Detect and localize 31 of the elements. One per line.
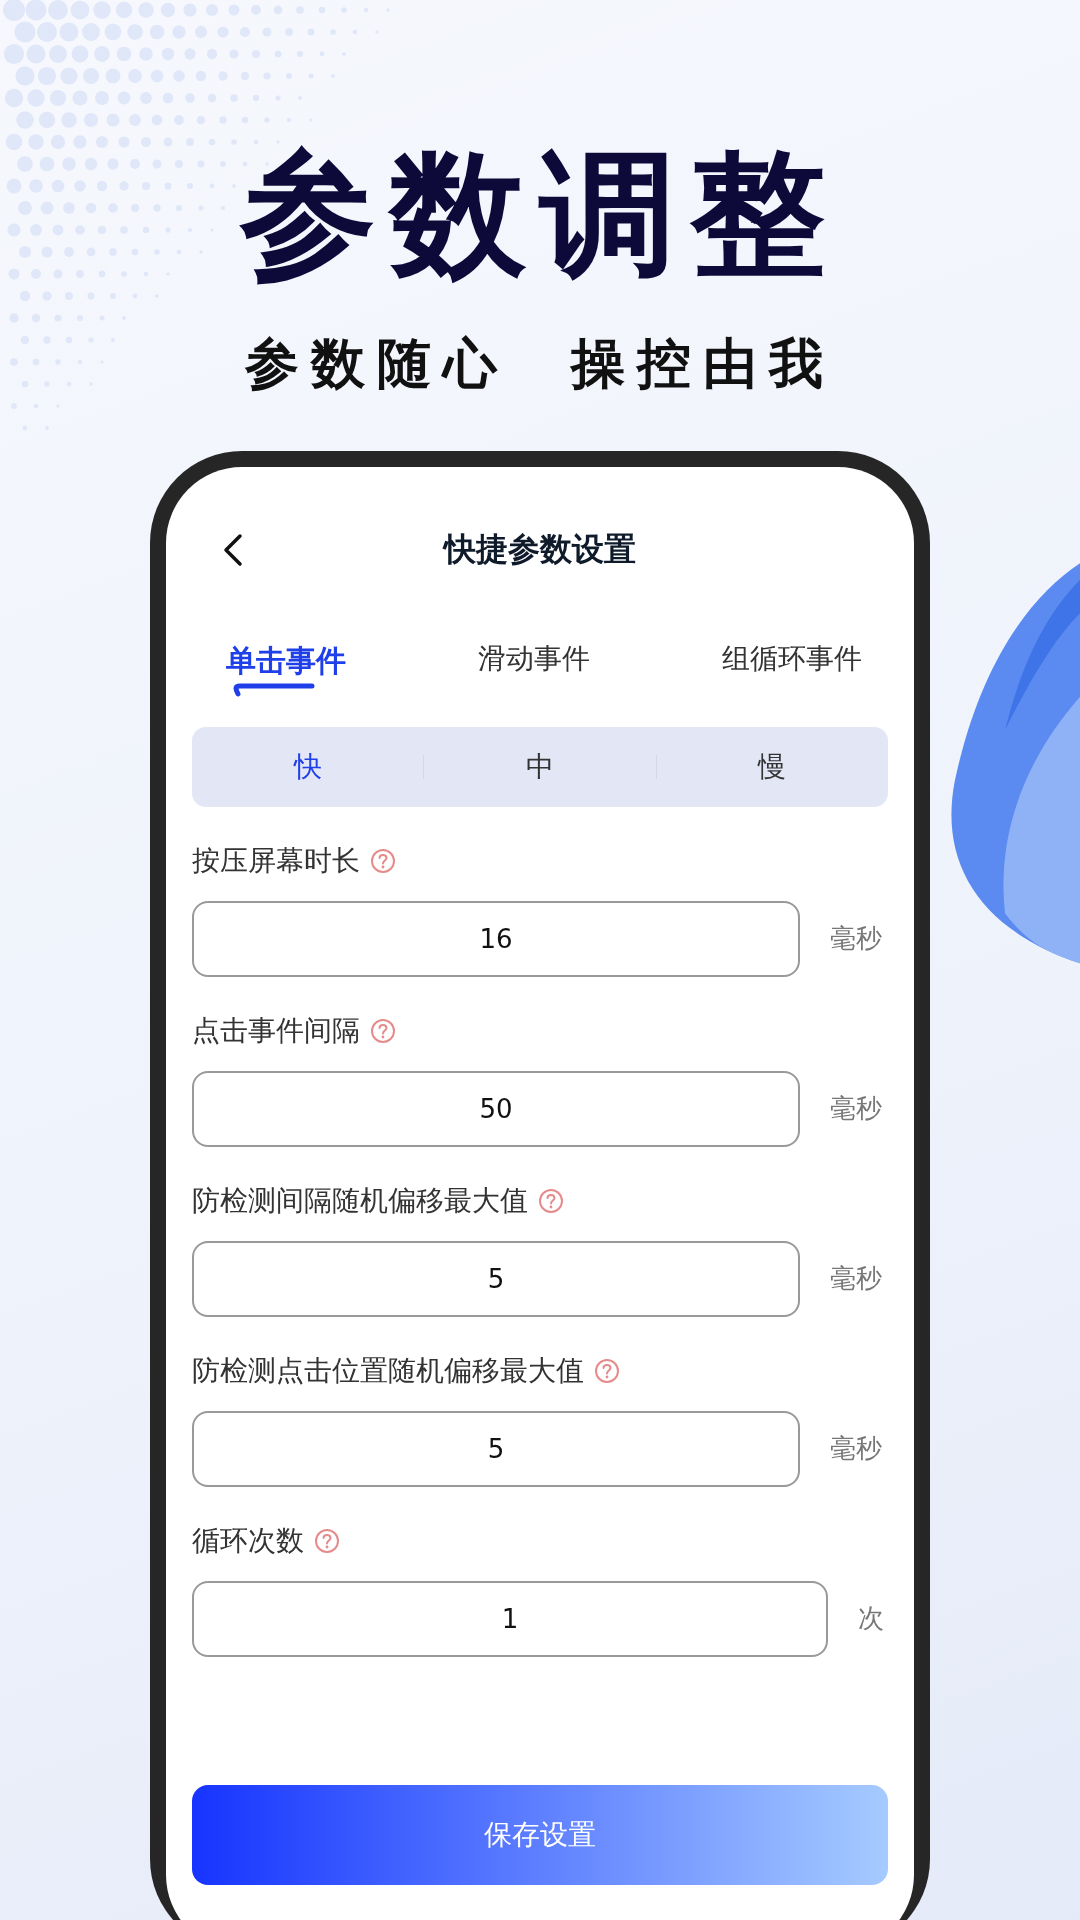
help-icon[interactable] <box>370 847 396 874</box>
input-field[interactable]: 5 <box>192 1240 800 1317</box>
setting-label: 防检测点击位置随机偏移最大值 <box>192 1352 584 1389</box>
help-icon[interactable] <box>370 1017 396 1044</box>
setting-label: 循环次数 <box>192 1522 304 1559</box>
input-field[interactable]: 5 <box>192 1410 800 1487</box>
input-field[interactable]: 50 <box>192 1070 800 1147</box>
help-icon[interactable] <box>314 1527 340 1554</box>
speed-option[interactable]: 快 <box>192 747 424 786</box>
unit-label: 次 <box>858 1602 885 1636</box>
setting-label: 按压屏幕时长 <box>192 842 360 879</box>
tab[interactable]: 组循环事件 <box>722 626 862 677</box>
input-field[interactable]: 1 <box>192 1580 828 1657</box>
tab[interactable]: 单击事件 <box>226 626 346 698</box>
speed-option[interactable]: 中 <box>424 747 656 786</box>
save-button[interactable]: 保存设置 <box>192 1784 888 1885</box>
unit-label: 毫秒 <box>830 1432 883 1466</box>
headline: 参数调整 <box>240 140 840 290</box>
setting-label: 点击事件间隔 <box>192 1012 360 1049</box>
help-icon[interactable] <box>594 1357 620 1384</box>
unit-label: 毫秒 <box>830 922 883 956</box>
unit-label: 毫秒 <box>830 1092 883 1126</box>
screen-title: 快捷参数设置 <box>444 528 636 570</box>
unit-label: 毫秒 <box>830 1262 883 1296</box>
subheadline: 参数随心 操控由我 <box>245 330 835 397</box>
speed-option[interactable]: 慢 <box>656 747 888 786</box>
back-icon[interactable] <box>222 532 244 567</box>
tab[interactable]: 滑动事件 <box>478 626 590 677</box>
help-icon[interactable] <box>538 1187 564 1214</box>
setting-label: 防检测间隔随机偏移最大值 <box>192 1182 528 1219</box>
input-field[interactable]: 16 <box>192 900 800 977</box>
